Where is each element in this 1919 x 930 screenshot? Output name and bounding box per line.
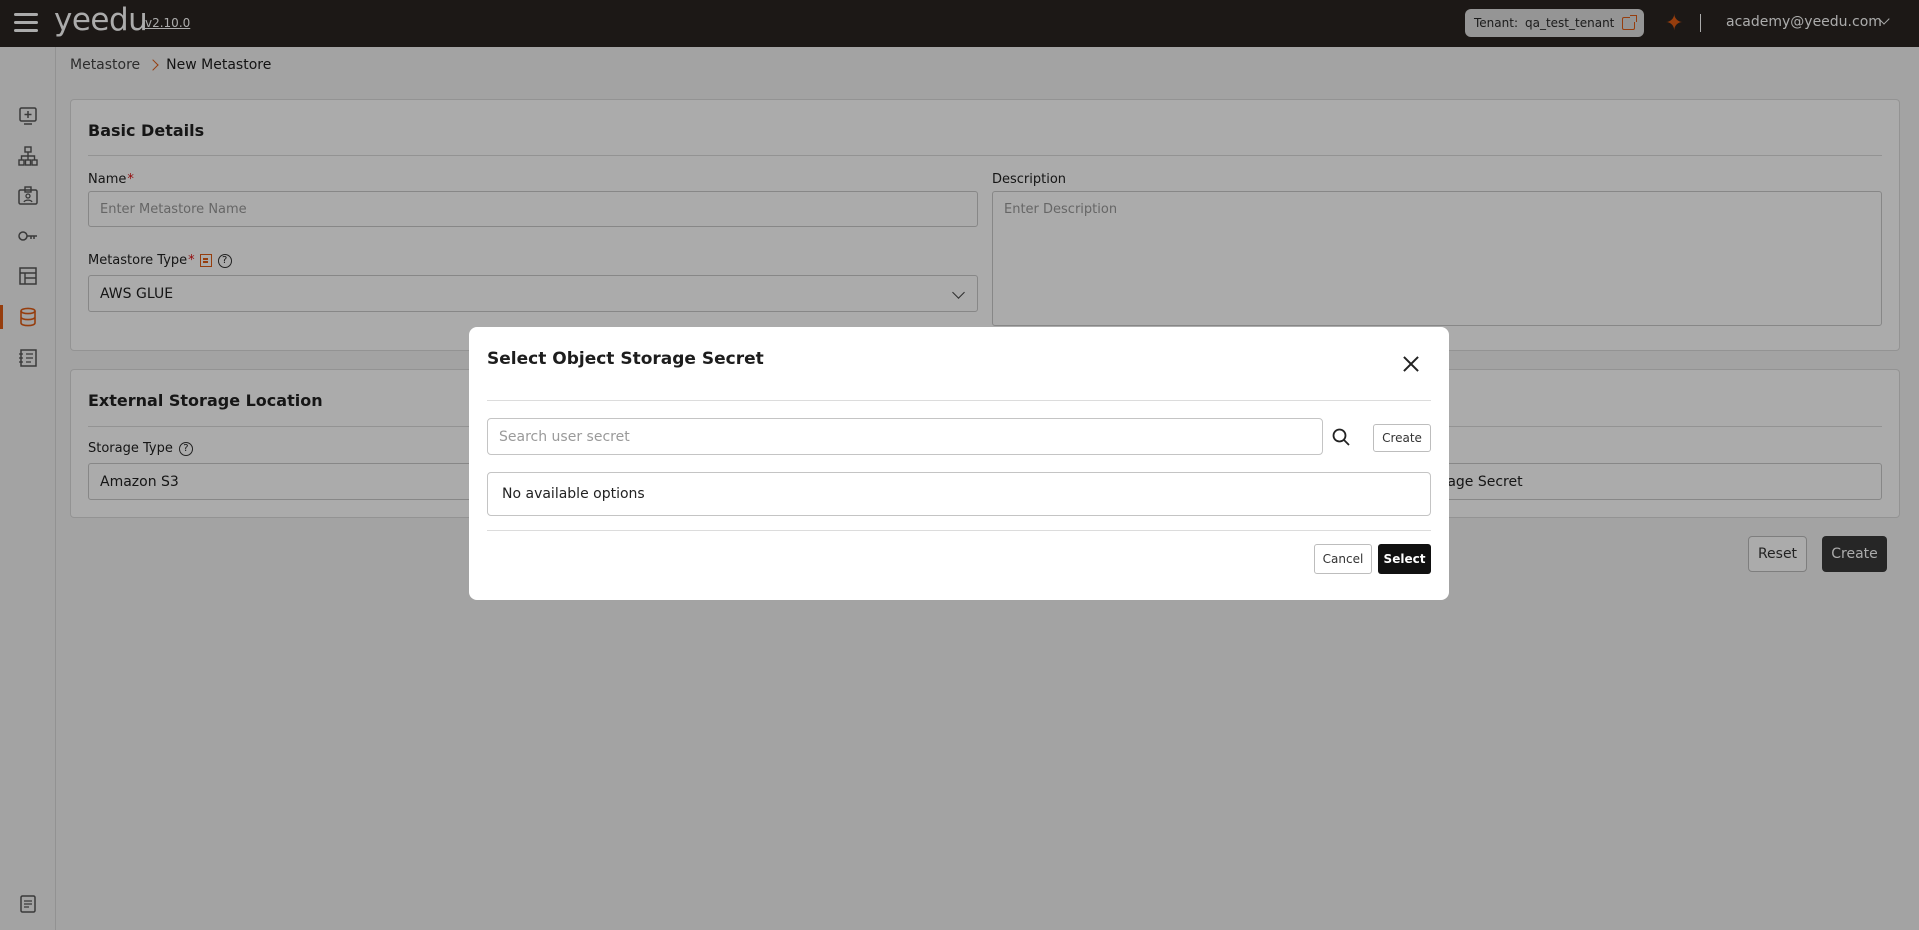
- divider: [487, 530, 1431, 531]
- close-icon[interactable]: [1402, 355, 1420, 373]
- modal-title: Select Object Storage Secret: [487, 349, 764, 369]
- select-secret-modal: Select Object Storage Secret Search user…: [469, 327, 1449, 600]
- select-button[interactable]: Select: [1378, 544, 1431, 574]
- search-secret-input[interactable]: Search user secret: [487, 418, 1323, 455]
- search-icon[interactable]: [1323, 418, 1359, 455]
- options-list: No available options: [487, 472, 1431, 516]
- empty-options-text: No available options: [502, 486, 645, 502]
- cancel-button[interactable]: Cancel: [1314, 544, 1372, 574]
- divider: [487, 400, 1431, 401]
- create-secret-button[interactable]: Create: [1373, 424, 1431, 452]
